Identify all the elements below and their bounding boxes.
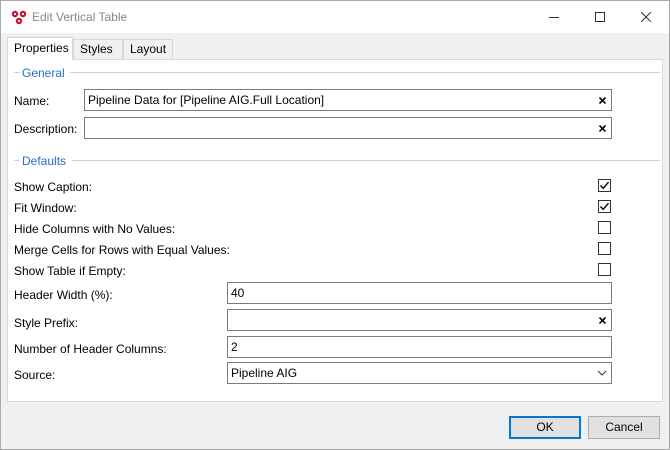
merge-cells-label: Merge Cells for Rows with Equal Values: xyxy=(14,243,230,257)
header-columns-input[interactable]: 2 xyxy=(227,336,612,358)
app-logo-icon xyxy=(11,10,27,25)
tab-properties[interactable]: Properties xyxy=(7,37,73,60)
close-icon xyxy=(641,12,651,22)
header-width-label: Header Width (%): xyxy=(14,288,113,302)
maximize-icon xyxy=(595,12,605,22)
fit-window-label: Fit Window: xyxy=(14,201,77,215)
name-input[interactable]: Pipeline Data for [Pipeline AIG.Full Loc… xyxy=(84,89,612,111)
checkmark-icon xyxy=(599,181,610,190)
hide-columns-label: Hide Columns with No Values: xyxy=(14,222,176,236)
cancel-button[interactable]: Cancel xyxy=(588,416,660,439)
checkmark-icon xyxy=(599,202,610,211)
edit-vertical-table-dialog: Edit Vertical Table Properties Styles La… xyxy=(0,0,670,450)
maximize-button[interactable] xyxy=(577,1,623,33)
group-divider xyxy=(14,72,20,73)
merge-cells-checkbox[interactable] xyxy=(598,242,611,255)
name-label: Name: xyxy=(14,94,50,108)
properties-panel: General Name: Pipeline Data for [Pipelin… xyxy=(7,59,663,402)
clear-x-icon[interactable] xyxy=(597,118,607,138)
close-button[interactable] xyxy=(623,1,669,33)
chevron-down-icon xyxy=(597,370,607,376)
name-value: Pipeline Data for [Pipeline AIG.Full Loc… xyxy=(88,93,325,107)
fit-window-checkbox[interactable] xyxy=(598,200,611,213)
source-dropdown[interactable]: Pipeline AIG xyxy=(227,362,612,384)
tab-layout[interactable]: Layout xyxy=(123,39,173,59)
show-table-empty-checkbox[interactable] xyxy=(598,263,611,276)
show-caption-checkbox[interactable] xyxy=(598,179,611,192)
header-width-input[interactable]: 40 xyxy=(227,282,612,304)
group-divider xyxy=(72,160,660,161)
tab-styles[interactable]: Styles xyxy=(73,39,123,59)
style-prefix-input[interactable] xyxy=(227,309,612,331)
minimize-icon xyxy=(549,17,559,18)
source-value: Pipeline AIG xyxy=(231,366,298,380)
description-label: Description: xyxy=(14,122,78,136)
group-divider xyxy=(14,160,20,161)
clear-x-icon[interactable] xyxy=(597,90,607,110)
header-columns-label: Number of Header Columns: xyxy=(14,342,167,356)
title-bar[interactable]: Edit Vertical Table xyxy=(1,1,669,33)
defaults-group-header: Defaults xyxy=(22,154,67,168)
window-title: Edit Vertical Table xyxy=(32,10,128,24)
clear-x-icon[interactable] xyxy=(597,310,607,330)
header-width-value: 40 xyxy=(231,286,245,300)
style-prefix-label: Style Prefix: xyxy=(14,316,79,330)
description-input[interactable] xyxy=(84,117,612,139)
source-label: Source: xyxy=(14,368,56,382)
hide-columns-checkbox[interactable] xyxy=(598,221,611,234)
minimize-button[interactable] xyxy=(531,1,577,33)
header-columns-value: 2 xyxy=(231,340,238,354)
ok-button[interactable]: OK xyxy=(509,416,581,439)
show-caption-label: Show Caption: xyxy=(14,180,93,194)
show-table-empty-label: Show Table if Empty: xyxy=(14,264,126,278)
group-divider xyxy=(70,72,660,73)
general-group-header: General xyxy=(22,66,65,80)
